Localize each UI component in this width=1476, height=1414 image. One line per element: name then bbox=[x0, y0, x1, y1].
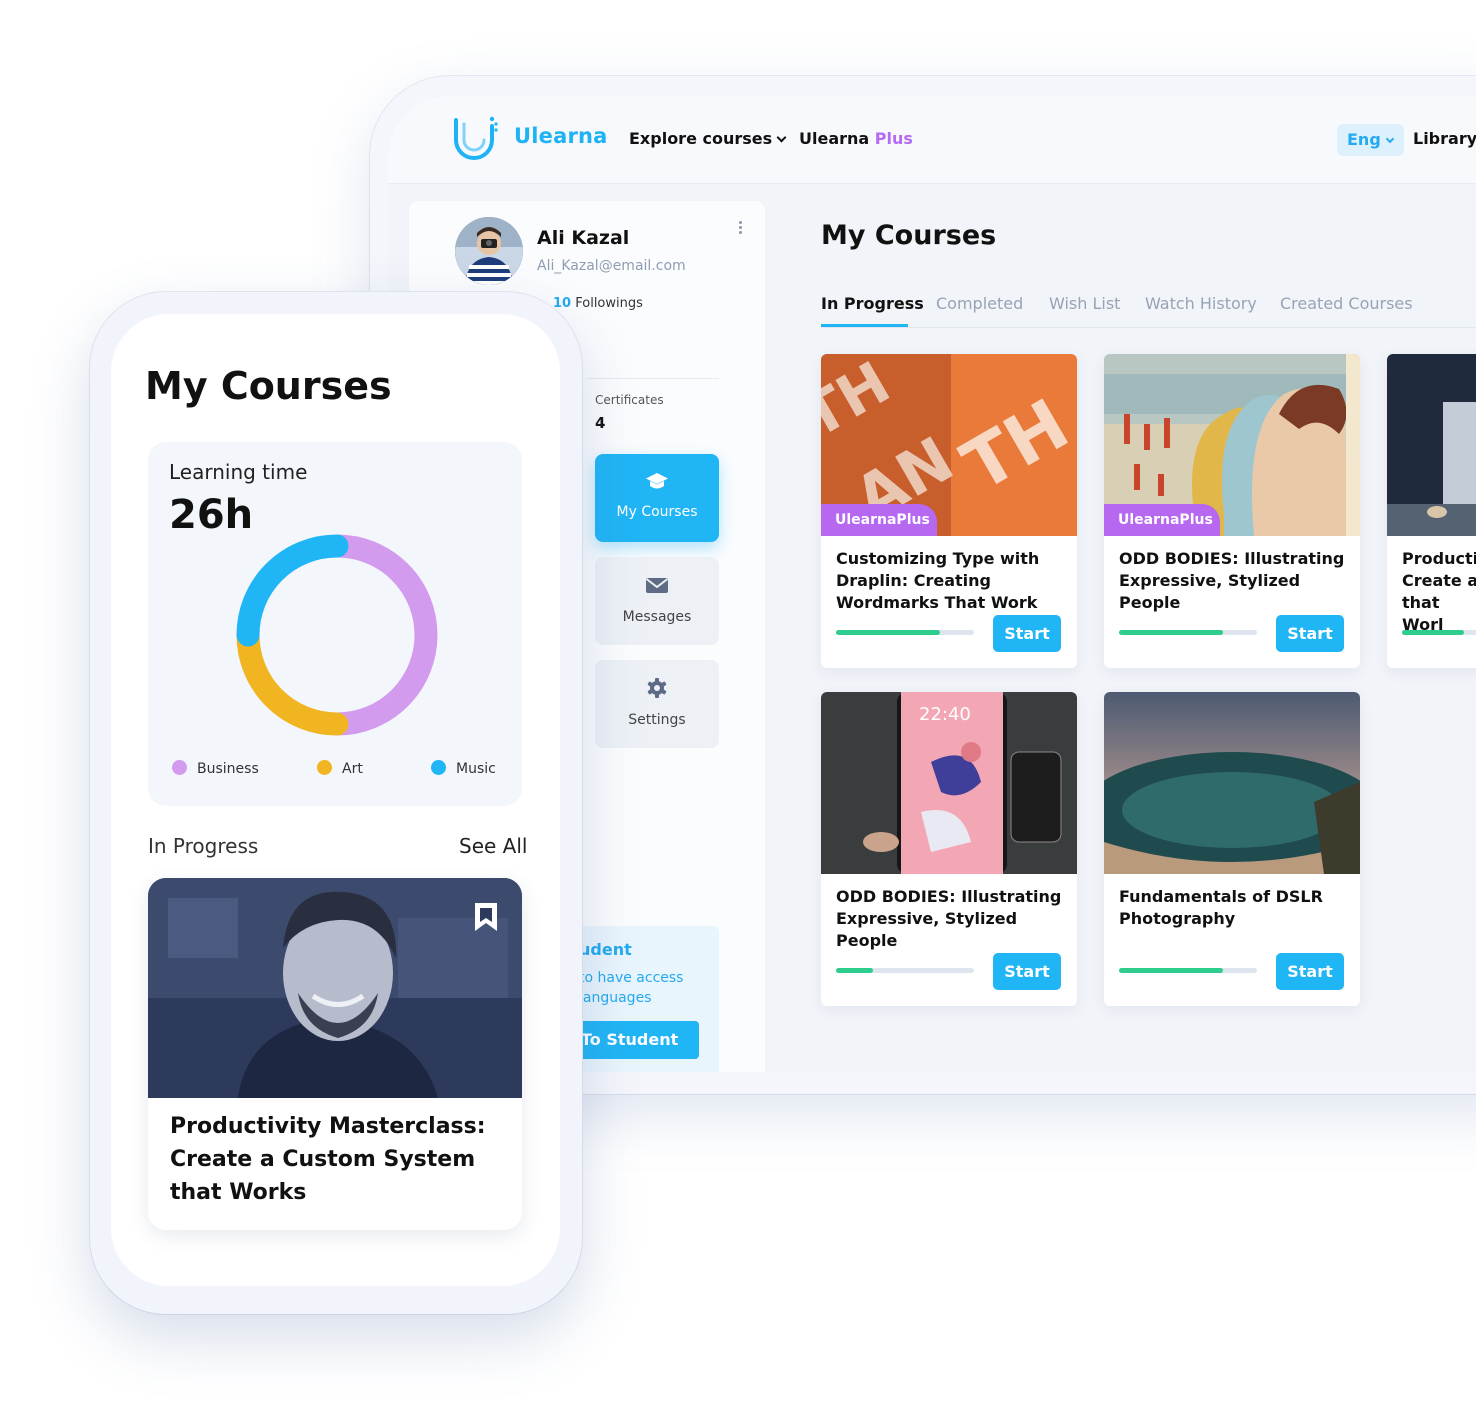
ulearnaplus-badge: UlearnaPlus bbox=[821, 504, 937, 536]
sidebar-item-my-courses[interactable]: My Courses bbox=[595, 454, 719, 542]
see-all-link[interactable]: See All bbox=[459, 834, 527, 858]
course-thumbnail: 22:40 bbox=[821, 692, 1077, 874]
progress-bar bbox=[836, 630, 974, 635]
legend-label: Business bbox=[197, 761, 259, 777]
course-thumbnail bbox=[1104, 692, 1360, 874]
progress-fill bbox=[836, 630, 940, 635]
mobile-page-title: My Courses bbox=[145, 364, 392, 408]
user-name: Ali Kazal bbox=[537, 227, 630, 249]
course-card[interactable]: TH AN TH UlearnaPlus Customizing Type wi… bbox=[821, 354, 1077, 668]
become-student-promo: udent to have access languages To Studen… bbox=[579, 926, 719, 1072]
page-title: My Courses bbox=[821, 220, 997, 251]
legend-label: Music bbox=[456, 761, 496, 777]
explore-courses-menu[interactable]: Explore courses bbox=[629, 129, 787, 148]
to-student-button[interactable]: To Student bbox=[579, 1021, 699, 1059]
learning-time-card: Learning time 26h Business Art Music bbox=[148, 442, 522, 806]
envelope-icon bbox=[645, 578, 669, 593]
start-button[interactable]: Start bbox=[993, 953, 1061, 990]
legend-label: Art bbox=[342, 761, 363, 777]
followings-label: Followings bbox=[575, 296, 643, 311]
course-title: Customizing Type with Draplin: Creating … bbox=[836, 549, 1040, 612]
legend-item: Music bbox=[431, 760, 496, 777]
thumbnail-clock: 22:40 bbox=[919, 704, 971, 725]
sidebar-item-settings[interactable]: Settings bbox=[595, 660, 719, 748]
tab-completed[interactable]: Completed bbox=[936, 294, 1023, 313]
progress-fill bbox=[1119, 968, 1223, 973]
divider bbox=[587, 378, 719, 379]
user-email: Ali_Kazal@email.com bbox=[537, 258, 686, 274]
legend-dot-business bbox=[172, 760, 187, 775]
explore-courses-label: Explore courses bbox=[629, 129, 773, 148]
followings-count: 10 bbox=[553, 296, 572, 311]
legend-item: Art bbox=[317, 760, 363, 777]
plus-suffix: Plus bbox=[874, 129, 913, 148]
certificates-label: Certificates bbox=[595, 393, 664, 407]
course-card[interactable]: Fundamentals of DSLR Photography Start bbox=[1104, 692, 1360, 1006]
progress-fill bbox=[836, 968, 874, 973]
followings-stat[interactable]: 10 Followings bbox=[553, 296, 643, 311]
course-card[interactable]: 22:40 ODD BODIES: Illustrating Expressiv… bbox=[821, 692, 1077, 1006]
ulearna-plus-link[interactable]: Ulearna Plus bbox=[799, 129, 913, 148]
course-thumbnail bbox=[148, 878, 522, 1098]
progress-bar bbox=[836, 968, 974, 973]
active-tab-indicator bbox=[821, 324, 908, 327]
language-label: Eng bbox=[1347, 130, 1381, 149]
certificates-count: 4 bbox=[595, 414, 606, 432]
sidebar-item-label: Settings bbox=[628, 712, 686, 728]
language-selector[interactable]: Eng bbox=[1337, 124, 1404, 156]
plus-prefix: Ulearna bbox=[799, 129, 870, 148]
tab-created-courses[interactable]: Created Courses bbox=[1280, 294, 1413, 313]
top-navbar: Ulearna Explore courses Ulearna Plus Eng… bbox=[388, 96, 1476, 184]
avatar[interactable] bbox=[455, 217, 523, 285]
sidebar-item-label: Messages bbox=[622, 609, 692, 625]
graduation-cap-icon bbox=[646, 473, 668, 489]
legend-item: Business bbox=[172, 760, 259, 777]
learning-time-donut-chart bbox=[236, 534, 438, 736]
course-title: ODD BODIES: Illustrating Expressive, Sty… bbox=[1119, 549, 1345, 612]
progress-fill bbox=[1402, 630, 1465, 635]
tab-watch-history[interactable]: Watch History bbox=[1145, 294, 1257, 313]
brand-name[interactable]: Ulearna bbox=[514, 124, 608, 148]
course-tabs: In Progress Completed Wish List Watch Hi… bbox=[821, 294, 1476, 328]
course-card[interactable]: UlearnaPlus ODD BODIES: Illustrating Exp… bbox=[1104, 354, 1360, 668]
promo-title: udent bbox=[579, 940, 632, 959]
chevron-down-icon bbox=[1385, 134, 1395, 144]
promo-text: to have access languages bbox=[579, 970, 684, 1006]
donut-slice-business bbox=[325, 534, 438, 736]
progress-bar bbox=[1119, 630, 1257, 635]
sidebar-item-messages[interactable]: Messages bbox=[595, 557, 719, 645]
avatar-photo bbox=[455, 217, 523, 285]
donut-slice-art bbox=[236, 623, 349, 736]
tab-wish-list[interactable]: Wish List bbox=[1049, 294, 1120, 313]
course-title: Productiv Create a that Worl bbox=[1402, 549, 1476, 634]
start-button[interactable]: Start bbox=[1276, 953, 1344, 990]
course-thumbnail bbox=[1387, 354, 1476, 536]
course-title: Fundamentals of DSLR Photography bbox=[1119, 887, 1323, 928]
progress-fill bbox=[1119, 630, 1223, 635]
phone-screen: My Courses Learning time 26h Business Ar… bbox=[111, 314, 560, 1286]
bookmark-icon[interactable] bbox=[473, 902, 499, 932]
gear-icon bbox=[647, 678, 667, 698]
start-button[interactable]: Start bbox=[993, 615, 1061, 652]
progress-bar bbox=[1119, 968, 1257, 973]
learning-time-label: Learning time bbox=[169, 460, 308, 484]
library-link[interactable]: Library bbox=[1413, 129, 1476, 148]
donut-slice-music bbox=[236, 534, 349, 647]
course-card[interactable]: Productiv Create a that Worl bbox=[1387, 354, 1476, 668]
featured-course-title: Productivity Masterclass: Create a Custo… bbox=[170, 1114, 486, 1205]
ulearnaplus-badge: UlearnaPlus bbox=[1104, 504, 1220, 536]
tab-in-progress[interactable]: In Progress bbox=[821, 294, 924, 313]
ulearna-logo-icon[interactable] bbox=[452, 116, 500, 160]
featured-course-card[interactable]: Productivity Masterclass: Create a Custo… bbox=[148, 878, 522, 1230]
more-options-icon[interactable] bbox=[735, 219, 745, 237]
legend-dot-music bbox=[431, 760, 446, 775]
chevron-down-icon bbox=[776, 132, 787, 143]
start-button[interactable]: Start bbox=[1276, 615, 1344, 652]
in-progress-heading: In Progress bbox=[148, 834, 259, 858]
sidebar-item-label: My Courses bbox=[616, 504, 698, 520]
legend-dot-art bbox=[317, 760, 332, 775]
progress-bar bbox=[1402, 630, 1476, 635]
course-title: ODD BODIES: Illustrating Expressive, Sty… bbox=[836, 887, 1062, 950]
stage: Ulearna Explore courses Ulearna Plus Eng… bbox=[0, 0, 1476, 1414]
